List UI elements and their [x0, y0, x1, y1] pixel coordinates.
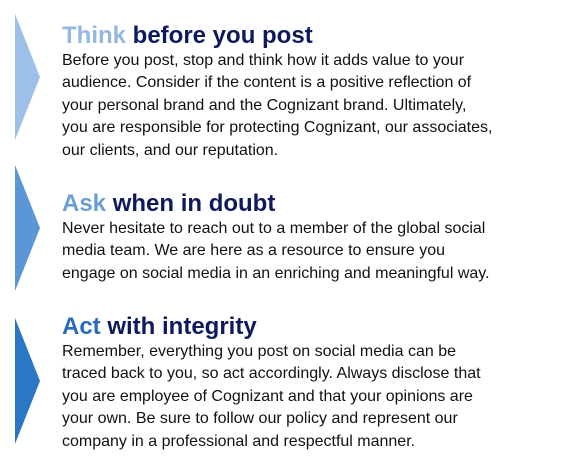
chevron-arrow-icon	[15, 14, 40, 140]
body-line: traced back to you, so act accordingly. …	[62, 365, 481, 383]
body-line: media team. We are here as a resource to…	[62, 242, 446, 260]
body-line: engage on social media in an enriching a…	[62, 264, 490, 282]
chevron-arrow-icon	[15, 165, 40, 291]
section-heading: Act with integrity	[62, 313, 562, 341]
heading-keyword: Ask	[62, 190, 107, 217]
body-line: Before you post, stop and think how it a…	[62, 52, 465, 69]
body-line: your own. Be sure to follow our policy a…	[62, 410, 458, 428]
heading-text: with integrity	[100, 313, 257, 340]
body-line: audience. Consider if the content is a p…	[62, 74, 472, 92]
body-line: Remember, everything you post on social …	[62, 343, 456, 360]
section-heading: Think before you post	[62, 22, 562, 50]
body-line: you are employee of Cognizant and that y…	[62, 387, 473, 405]
body-line: company in a professional and respectful…	[62, 432, 416, 450]
heading-keyword: Think	[62, 22, 126, 49]
heading-text: when in doubt	[106, 190, 276, 217]
section-body: Never hesitate to reach out to a member …	[62, 218, 562, 285]
body-line: our clients, and our reputation.	[62, 141, 279, 159]
section-heading: Ask when in doubt	[62, 190, 562, 218]
body-line: Never hesitate to reach out to a member …	[62, 220, 486, 237]
section-body: Remember, everything you post on social …	[62, 341, 562, 453]
heading-keyword: Act	[62, 313, 101, 340]
body-line: your personal brand and the Cognizant br…	[62, 96, 467, 114]
body-line: you are responsible for protecting Cogni…	[62, 119, 493, 137]
chevron-arrow-icon	[15, 318, 40, 444]
heading-text: before you post	[126, 22, 313, 49]
section-body: Before you post, stop and think how it a…	[62, 50, 562, 162]
